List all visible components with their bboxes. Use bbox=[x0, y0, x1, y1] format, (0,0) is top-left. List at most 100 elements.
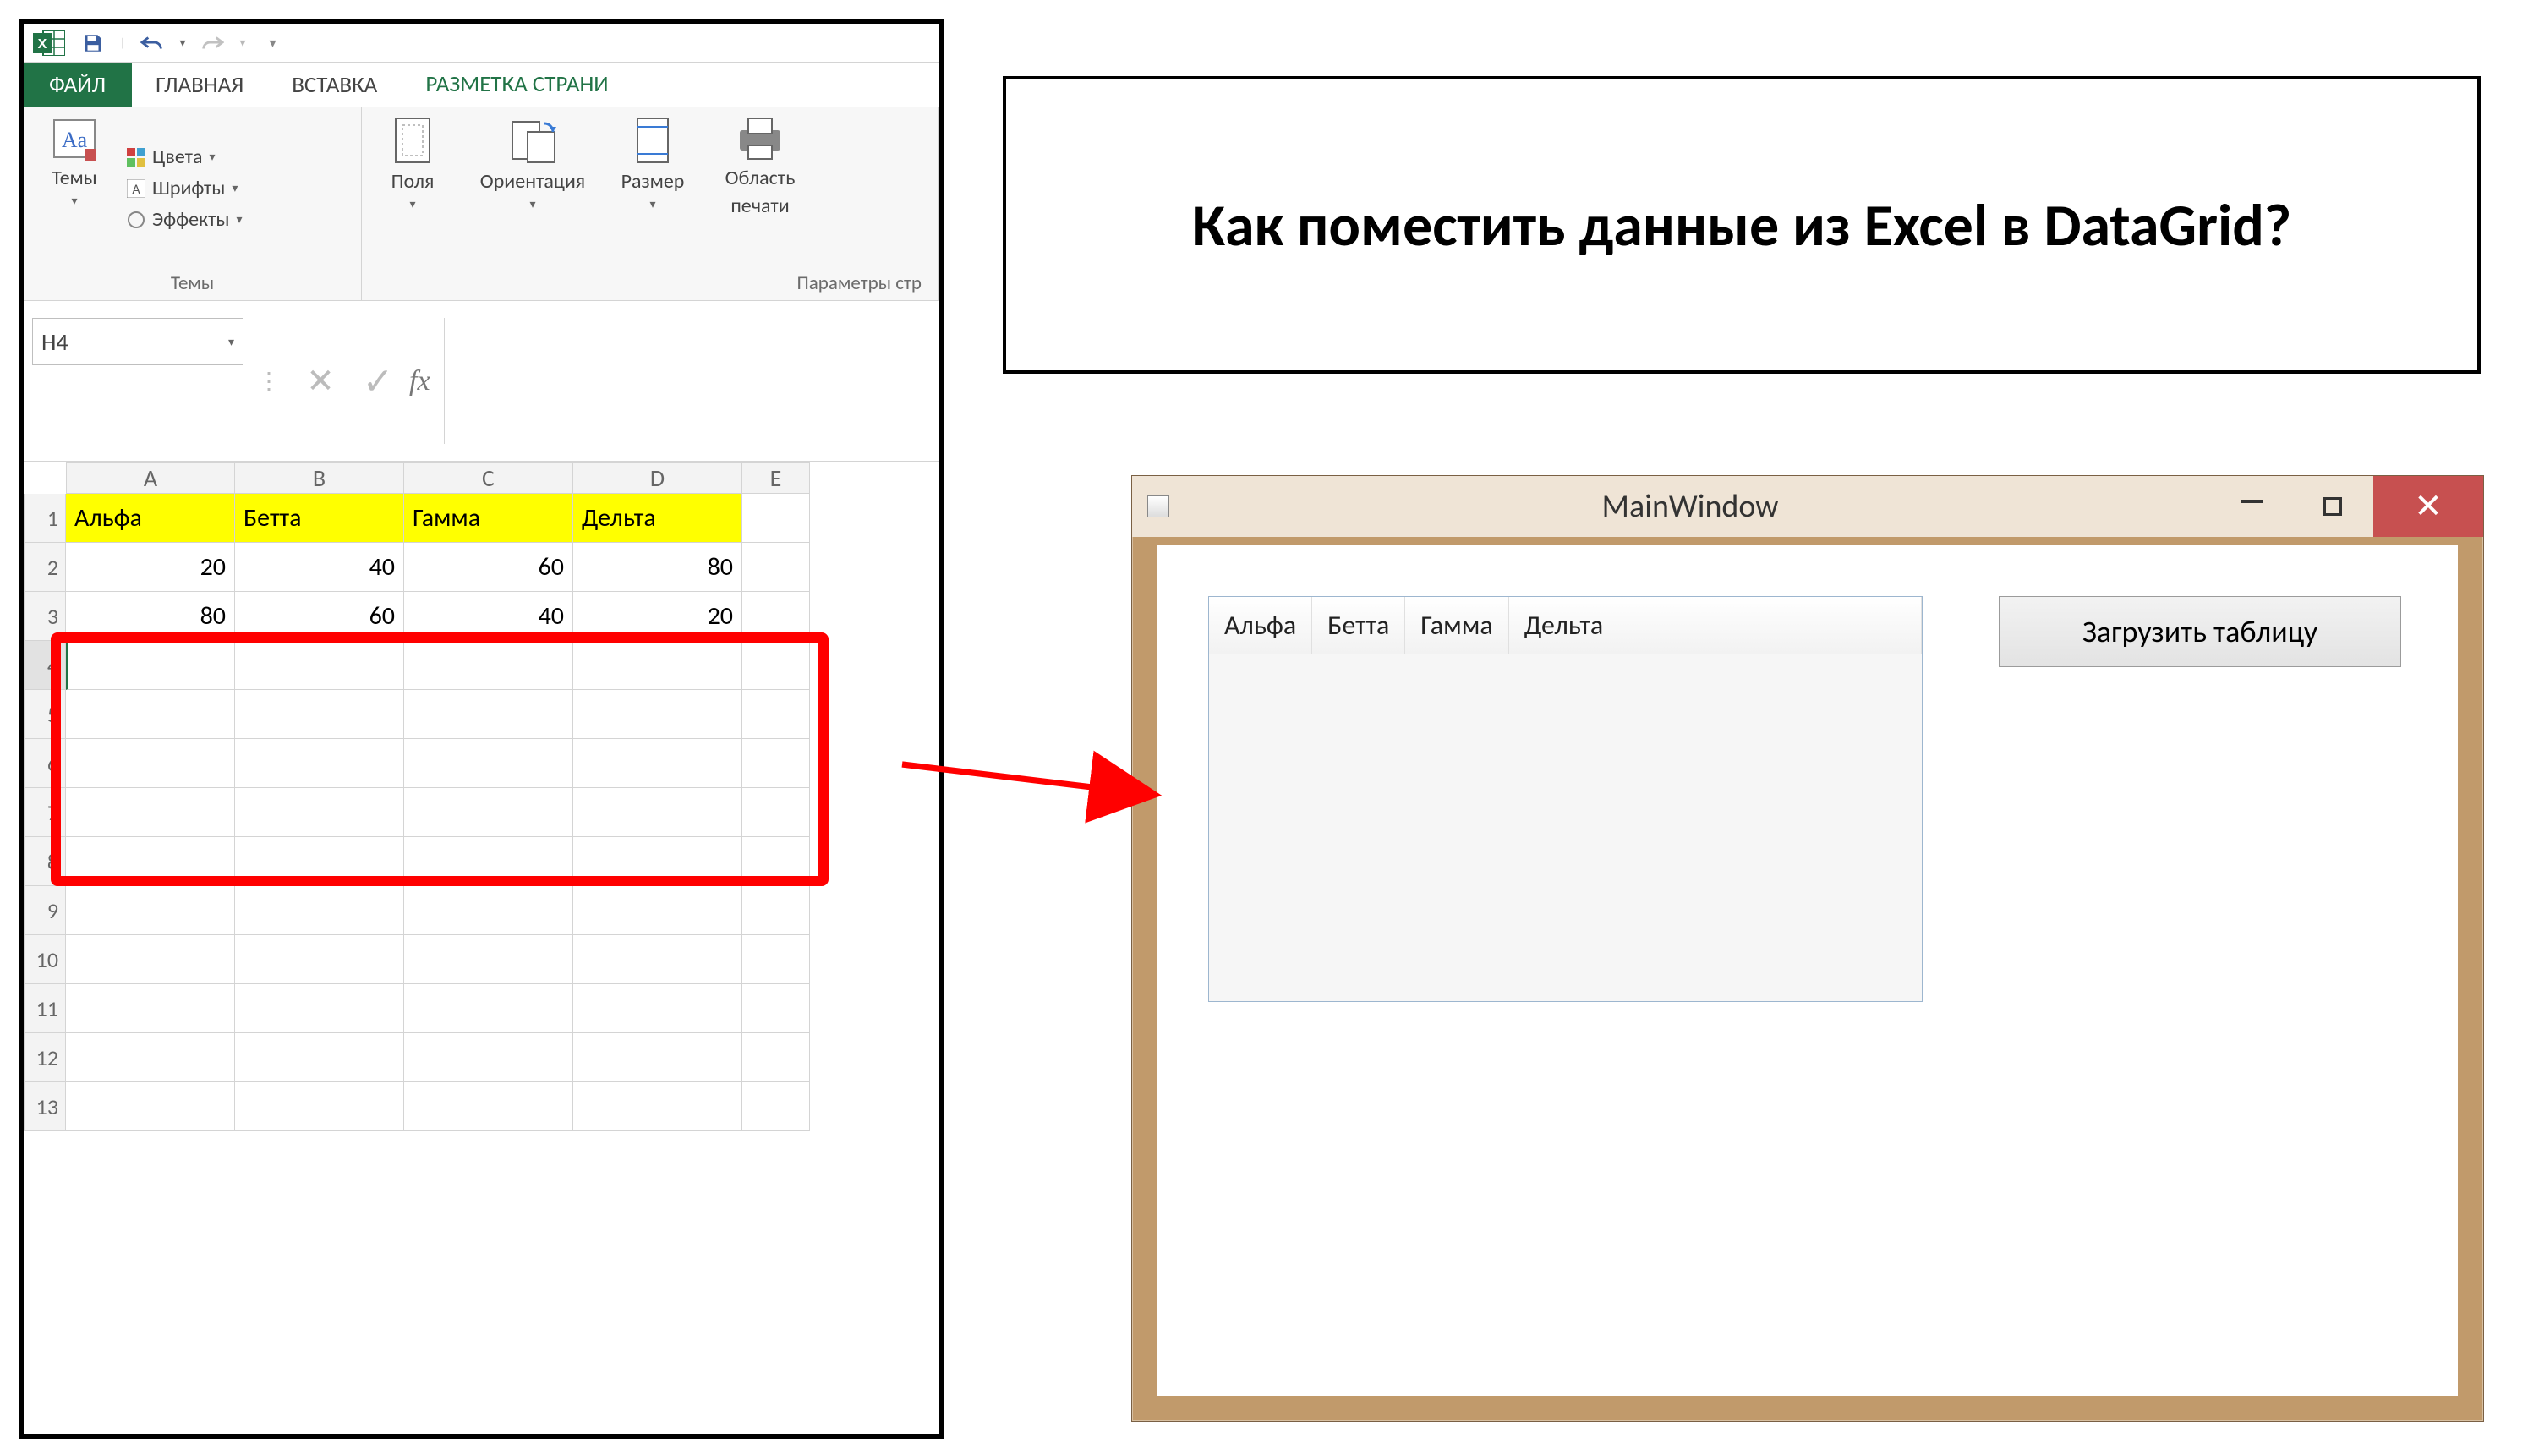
row-header[interactable]: 2 bbox=[24, 543, 66, 592]
cell[interactable] bbox=[573, 886, 742, 935]
cell[interactable] bbox=[742, 739, 810, 788]
col-header[interactable]: B bbox=[235, 462, 404, 494]
row-header[interactable]: 1 bbox=[24, 494, 66, 543]
tab-home[interactable]: ГЛАВНАЯ bbox=[132, 63, 268, 107]
cell[interactable]: 20 bbox=[573, 592, 742, 641]
cell[interactable]: 60 bbox=[235, 592, 404, 641]
row-header[interactable]: 6 bbox=[24, 739, 66, 788]
name-box[interactable]: H4 ▾ bbox=[32, 318, 243, 365]
row-header[interactable]: 3 bbox=[24, 592, 66, 641]
cell[interactable] bbox=[742, 1033, 810, 1082]
tab-file[interactable]: ФАЙЛ bbox=[24, 63, 132, 107]
cell[interactable] bbox=[404, 1082, 573, 1131]
cell[interactable] bbox=[742, 641, 810, 690]
effects-button[interactable]: Эффекты ▾ bbox=[127, 207, 242, 232]
row-header[interactable]: 4 bbox=[24, 641, 66, 690]
cell[interactable] bbox=[66, 788, 235, 837]
tab-page-layout[interactable]: РАЗМЕТКА СТРАНИ bbox=[402, 63, 632, 107]
row-header[interactable]: 8 bbox=[24, 837, 66, 886]
undo-icon[interactable] bbox=[140, 31, 164, 55]
cell[interactable]: 40 bbox=[404, 592, 573, 641]
row-header[interactable]: 7 bbox=[24, 788, 66, 837]
datagrid-column-header[interactable]: Дельта bbox=[1509, 597, 1922, 654]
cell[interactable] bbox=[404, 788, 573, 837]
undo-dropdown-icon[interactable]: ▾ bbox=[179, 36, 185, 50]
cell[interactable] bbox=[742, 494, 810, 543]
cell[interactable] bbox=[235, 788, 404, 837]
cell[interactable] bbox=[742, 543, 810, 592]
redo-dropdown-icon[interactable]: ▾ bbox=[239, 36, 245, 50]
datagrid-column-header[interactable]: Бетта bbox=[1312, 597, 1405, 654]
col-header[interactable]: D bbox=[573, 462, 742, 494]
cancel-formula-icon[interactable]: ✕ bbox=[303, 358, 338, 405]
cell[interactable] bbox=[235, 739, 404, 788]
maximize-button[interactable] bbox=[2292, 476, 2373, 537]
cell[interactable] bbox=[235, 837, 404, 886]
cell[interactable]: 60 bbox=[404, 543, 573, 592]
enter-formula-icon[interactable]: ✓ bbox=[360, 358, 396, 405]
cell[interactable] bbox=[235, 1033, 404, 1082]
datagrid-column-header[interactable]: Альфа bbox=[1209, 597, 1312, 654]
cell[interactable] bbox=[235, 886, 404, 935]
close-button[interactable]: ✕ bbox=[2373, 476, 2483, 537]
fonts-button[interactable]: A Шрифты ▾ bbox=[127, 176, 242, 200]
fx-icon[interactable]: fx bbox=[401, 301, 439, 461]
cell[interactable] bbox=[742, 935, 810, 984]
cell[interactable] bbox=[742, 837, 810, 886]
cell[interactable] bbox=[404, 739, 573, 788]
redo-icon[interactable] bbox=[200, 31, 224, 55]
cell[interactable] bbox=[404, 641, 573, 690]
datagrid[interactable]: Альфа Бетта Гамма Дельта bbox=[1208, 596, 1923, 1002]
col-header[interactable]: A bbox=[66, 462, 235, 494]
cell[interactable] bbox=[404, 690, 573, 739]
cell[interactable] bbox=[66, 641, 235, 690]
cell[interactable] bbox=[235, 935, 404, 984]
load-table-button[interactable]: Загрузить таблицу bbox=[1999, 596, 2401, 667]
row-header[interactable]: 5 bbox=[24, 690, 66, 739]
cell[interactable] bbox=[404, 837, 573, 886]
themes-button[interactable]: Aa Темы ▾ bbox=[32, 110, 117, 266]
row-header[interactable]: 12 bbox=[24, 1033, 66, 1082]
cell[interactable]: 80 bbox=[573, 543, 742, 592]
cell[interactable]: Дельта bbox=[573, 494, 742, 543]
cell[interactable] bbox=[66, 935, 235, 984]
cell[interactable]: 80 bbox=[66, 592, 235, 641]
cell[interactable] bbox=[235, 690, 404, 739]
cell[interactable] bbox=[573, 1082, 742, 1131]
save-icon[interactable] bbox=[81, 31, 105, 55]
cell[interactable]: Бетта bbox=[235, 494, 404, 543]
cell[interactable] bbox=[404, 935, 573, 984]
cell[interactable] bbox=[573, 788, 742, 837]
customize-qat-icon[interactable]: ▾ bbox=[261, 31, 285, 55]
cell[interactable] bbox=[66, 837, 235, 886]
cell[interactable] bbox=[742, 1082, 810, 1131]
wpf-titlebar[interactable]: MainWindow ✕ bbox=[1132, 476, 2483, 537]
cell[interactable] bbox=[742, 690, 810, 739]
size-button[interactable]: Размер ▾ bbox=[610, 110, 695, 266]
cell[interactable] bbox=[404, 886, 573, 935]
cell[interactable] bbox=[235, 1082, 404, 1131]
row-header[interactable]: 13 bbox=[24, 1082, 66, 1131]
colors-button[interactable]: Цвета ▾ bbox=[127, 145, 242, 169]
cell[interactable] bbox=[66, 1033, 235, 1082]
cell[interactable] bbox=[573, 690, 742, 739]
cell[interactable] bbox=[742, 984, 810, 1033]
cell[interactable] bbox=[742, 886, 810, 935]
cell[interactable] bbox=[235, 641, 404, 690]
cell[interactable] bbox=[66, 1082, 235, 1131]
tab-insert[interactable]: ВСТАВКА bbox=[268, 63, 402, 107]
cell[interactable]: Альфа bbox=[66, 494, 235, 543]
row-header[interactable]: 11 bbox=[24, 984, 66, 1033]
cell[interactable] bbox=[66, 984, 235, 1033]
col-header[interactable]: C bbox=[404, 462, 573, 494]
cell[interactable] bbox=[742, 592, 810, 641]
cell[interactable] bbox=[66, 739, 235, 788]
cell[interactable] bbox=[573, 984, 742, 1033]
cell[interactable]: Гамма bbox=[404, 494, 573, 543]
print-area-button[interactable]: Область печати bbox=[705, 110, 815, 266]
cell[interactable] bbox=[404, 1033, 573, 1082]
cell[interactable] bbox=[66, 690, 235, 739]
datagrid-column-header[interactable]: Гамма bbox=[1405, 597, 1508, 654]
cell[interactable]: 40 bbox=[235, 543, 404, 592]
cell[interactable] bbox=[573, 837, 742, 886]
